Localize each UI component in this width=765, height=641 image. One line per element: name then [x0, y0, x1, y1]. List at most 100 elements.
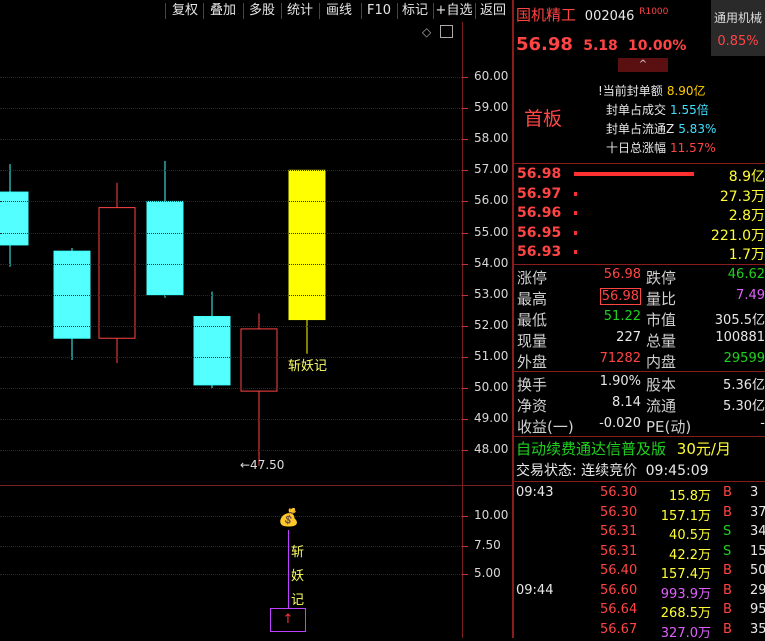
stat-value: 5.30亿 [723, 399, 765, 414]
sector-box[interactable]: 通用机械 0.85% [711, 0, 765, 56]
sub-y-tick [462, 574, 468, 575]
tick-row: 56.31 42.2万 S 15 [514, 542, 765, 563]
tick-row: 56.30 157.1万 B 37 [514, 503, 765, 524]
stat-value: 51.22 [603, 309, 641, 324]
price-change-pct: 10.00% [628, 38, 687, 54]
sector-name: 通用机械 [713, 11, 762, 25]
toolbar-sep [361, 3, 362, 19]
stat-label: 现量 [517, 332, 548, 350]
info-label: 封单占流通Z [606, 122, 675, 136]
candle-body[interactable] [0, 191, 29, 246]
grid-line [0, 294, 462, 296]
bid-row[interactable]: 56.95 221.0万 [514, 224, 765, 244]
current-price: 56.98 [516, 34, 573, 55]
stat-label: 量比 [646, 290, 677, 308]
stat-value: 5.36亿 [723, 378, 765, 393]
tick-side: S [723, 524, 732, 539]
tick-price: 56.40 [600, 563, 638, 578]
toolbar-btn-0[interactable]: 复权 [166, 0, 204, 22]
bid-price: 56.93 [517, 244, 562, 260]
grid-line [0, 356, 462, 358]
moneybag-icon[interactable]: 💰 [278, 508, 299, 528]
candle-body[interactable] [146, 200, 184, 296]
bid-row[interactable]: 56.97 27.3万 [514, 185, 765, 205]
y-tick-label: 54.00 [474, 255, 509, 270]
collapse-button[interactable]: ^ [618, 58, 668, 72]
toolbar-btn-3[interactable]: 统计 [282, 0, 318, 22]
bid-bar [574, 172, 694, 176]
sub-annotation-char: 记 [291, 593, 305, 608]
info-row: 封单占流通Z 5.83% [598, 120, 765, 139]
stat-label: 净资 [517, 397, 548, 415]
sub-grid-line [0, 516, 462, 517]
stat-value: 7.49 [736, 288, 765, 303]
y-tick-label: 55.00 [474, 224, 509, 239]
tick-row: 09:43 56.30 15.8万 B 3 [514, 483, 765, 504]
signal-arrow-box[interactable]: ↑ [270, 608, 306, 632]
toolbar-btn-6[interactable]: 标记 [398, 0, 432, 22]
tick-row: 56.67 327.0万 B 35 [514, 620, 765, 641]
grid-line [0, 170, 462, 172]
y-tick-label: 56.00 [474, 193, 509, 208]
y-tick [462, 108, 468, 110]
grid-line [0, 108, 462, 110]
toolbar-btn-5[interactable]: F10 [362, 0, 396, 22]
y-tick [462, 232, 468, 234]
stat-label: 内盘 [646, 353, 677, 371]
stat-value: 56.98 [599, 288, 641, 305]
toolbar-btn-2[interactable]: 多股 [244, 0, 280, 22]
toolbar-btn-4[interactable]: 画线 [320, 0, 358, 22]
info-value: 8.90亿 [666, 84, 706, 98]
bid-bar [574, 211, 577, 215]
stock-header: 国机精工 002046 R1000 [516, 4, 668, 25]
seal-info: !当前封单额 8.90亿 封单占成交 1.55倍 封单占流通Z 5.83% 十日总涨幅 11.… [598, 82, 765, 158]
stat-row: 收益(一) -0.020 PE(动) - [514, 415, 765, 436]
sub-annotation-char: 斩 [291, 545, 305, 560]
status-line: 交易状态: 连续竞价 09:45:09 [516, 460, 709, 480]
tick-count: 290 [750, 582, 765, 598]
stat-label: 市值 [646, 311, 677, 329]
bid-bar [574, 230, 577, 235]
bid-row[interactable]: 56.98 8.9亿 [514, 165, 765, 185]
tick-row: 56.40 157.4万 B 50 [514, 561, 765, 582]
tick-time: 09:43 [516, 485, 554, 500]
chart-annotation[interactable]: 斩妖记 [288, 355, 327, 374]
candle-body[interactable] [288, 169, 326, 321]
y-tick [462, 356, 468, 358]
grid-line [0, 201, 462, 203]
info-value: 5.83% [678, 122, 717, 136]
info-value: 11.57% [670, 141, 716, 155]
diamond-icon[interactable]: ◇ [422, 25, 431, 39]
candle-body[interactable] [240, 328, 278, 392]
stat-label: 跌停 [646, 269, 677, 287]
div-2 [514, 264, 765, 265]
tick-time: 09:44 [516, 582, 554, 598]
toolbar-btn-7[interactable]: +自选 [434, 0, 474, 22]
promo-line[interactable]: 自动续费通达信普及版 30元/月 [516, 438, 731, 459]
candle-body[interactable] [98, 207, 136, 339]
tick-volume: 15.8万 [669, 489, 711, 504]
promo-text[interactable]: 自动续费通达信普及版 [516, 440, 666, 458]
y-tick-label: 51.00 [474, 348, 509, 363]
toolbar: 复权 叠加 多股 统计 画线 F10 标记 +自选 返回 [0, 0, 512, 22]
window-icon[interactable] [440, 25, 453, 38]
toolbar-btn-8[interactable]: 返回 [476, 0, 510, 22]
promo-price[interactable]: 30元/月 [677, 440, 731, 458]
grid-line [0, 77, 462, 78]
tick-row: 56.64 268.5万 B 95 [514, 600, 765, 621]
y-tick-label: 48.00 [474, 442, 509, 457]
stats-table: 涨停 56.98 跌停 46.62 最高 56.98 量比 7.49 最低 51.22 市值 305.… [514, 266, 765, 371]
bid-row[interactable]: 56.93 1.7万 [514, 243, 765, 263]
y-tick-label: 57.00 [474, 162, 509, 177]
info-value: 1.55倍 [670, 103, 709, 117]
bid-row[interactable]: 56.96 2.8万 [514, 204, 765, 224]
stat-value: 71282 [599, 351, 641, 366]
stock-badge: R1000 [639, 7, 669, 17]
stat-value: 29599 [723, 351, 765, 366]
stat-label: 最高 [517, 290, 548, 308]
stat-row: 外盘 71282 内盘 29599 [514, 350, 765, 371]
info-row: 封单占成交 1.55倍 [598, 101, 765, 120]
tick-volume: 268.5万 [660, 606, 711, 621]
y-tick-label: 53.00 [474, 286, 509, 301]
toolbar-btn-1[interactable]: 叠加 [204, 0, 242, 22]
